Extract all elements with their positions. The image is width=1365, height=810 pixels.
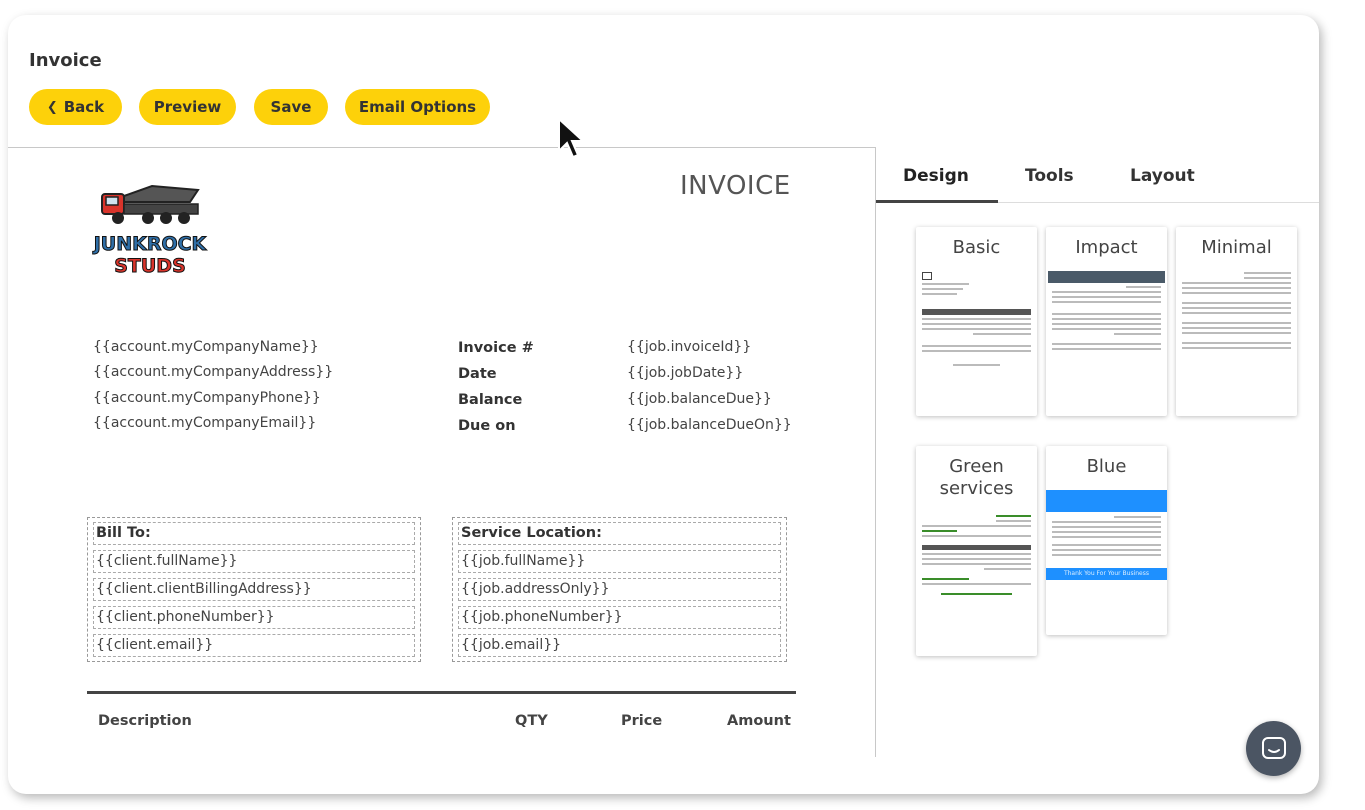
bill-to-line[interactable]: {{client.clientBillingAddress}} (93, 578, 415, 601)
service-location-heading: Service Location: (458, 522, 781, 545)
template-card-impact[interactable]: Impact (1046, 227, 1167, 416)
column-header-price: Price (621, 713, 663, 729)
active-tab-indicator (876, 200, 998, 203)
template-name: Blue (1086, 456, 1127, 477)
template-thumbnail (1048, 269, 1165, 353)
service-location-line[interactable]: {{job.phoneNumber}} (458, 606, 781, 629)
invoice-heading: INVOICE (680, 171, 791, 201)
chevron-left-icon: ❮ (46, 99, 58, 115)
column-header-qty: QTY (515, 713, 548, 729)
invoice-editor: Invoice ❮ Back Preview Save Email Option… (8, 15, 1319, 794)
tab-layout[interactable]: Layout (1130, 166, 1195, 186)
company-logo: JUNKROCK STUDS (91, 184, 208, 278)
balance-label: Balance (458, 392, 523, 408)
bill-to-line[interactable]: {{client.email}} (93, 634, 415, 657)
logo-text-bottom: STUDS (114, 255, 186, 277)
invoice-meta-labels: Invoice # Date Balance Due on (458, 335, 534, 439)
company-address: {{account.myCompanyAddress}} (93, 364, 334, 381)
back-button[interactable]: ❮ Back (29, 89, 122, 125)
template-card-basic[interactable]: Basic (916, 227, 1037, 416)
company-phone: {{account.myCompanyPhone}} (93, 389, 321, 406)
template-thumbnail (1178, 269, 1295, 352)
template-card-green-services[interactable]: Green services (916, 446, 1037, 656)
template-thumbnail (918, 269, 1035, 366)
date-label: Date (458, 366, 497, 382)
balance-value: {{job.balanceDue}} (627, 391, 772, 407)
company-info[interactable]: {{account.myCompanyName}} {{account.myCo… (93, 335, 333, 436)
due-on-label: Due on (458, 418, 516, 434)
chat-icon (1261, 736, 1286, 759)
service-location-line[interactable]: {{job.email}} (458, 634, 781, 657)
template-card-blue[interactable]: Blue Thank You For Your Business (1046, 446, 1167, 635)
company-name: {{account.myCompanyName}} (93, 339, 319, 355)
template-name: Basic (952, 237, 1001, 258)
blue-template-footer: Thank You For Your Business (1046, 568, 1167, 580)
template-thumbnail: Thank You For Your Business (1046, 490, 1167, 580)
due-on-value: {{job.balanceDueOn}} (627, 417, 792, 433)
invoice-number-label: Invoice # (458, 340, 534, 356)
bill-to-line[interactable]: {{client.fullName}} (93, 550, 415, 573)
invoice-number-value: {{job.invoiceId}} (627, 339, 752, 355)
bill-to-line[interactable]: {{client.phoneNumber}} (93, 606, 415, 629)
tab-design[interactable]: Design (903, 166, 969, 186)
tab-tools[interactable]: Tools (1025, 166, 1074, 186)
bill-to-heading: Bill To: (93, 522, 415, 545)
date-value: {{job.jobDate}} (627, 365, 744, 381)
service-location-line[interactable]: {{job.addressOnly}} (458, 578, 781, 601)
panel-divider (875, 147, 876, 757)
bill-to-block[interactable]: Bill To: {{client.fullName}} {{client.cl… (87, 517, 421, 662)
company-email: {{account.myCompanyEmail}} (93, 414, 317, 431)
template-name: Green services (939, 456, 1014, 499)
invoice-meta-values[interactable]: {{job.invoiceId}} {{job.jobDate}} {{job.… (627, 334, 792, 438)
template-name: Minimal (1201, 237, 1272, 258)
save-button[interactable]: Save (254, 89, 328, 125)
email-options-button[interactable]: Email Options (345, 89, 490, 125)
chat-launcher-button[interactable] (1246, 721, 1301, 776)
page-title: Invoice (29, 50, 102, 71)
template-name: Impact (1075, 237, 1138, 258)
template-card-minimal[interactable]: Minimal (1176, 227, 1297, 416)
mouse-pointer-icon (558, 117, 585, 159)
header-divider (8, 147, 876, 148)
column-header-amount: Amount (727, 713, 791, 729)
column-header-description: Description (98, 713, 192, 729)
preview-button[interactable]: Preview (139, 89, 236, 125)
template-thumbnail (918, 512, 1035, 595)
service-location-line[interactable]: {{job.fullName}} (458, 550, 781, 573)
service-location-block[interactable]: Service Location: {{job.fullName}} {{job… (452, 517, 787, 662)
table-header-rule (87, 691, 796, 694)
logo-text-top: JUNKROCK (92, 233, 208, 255)
back-button-label: Back (63, 98, 105, 116)
